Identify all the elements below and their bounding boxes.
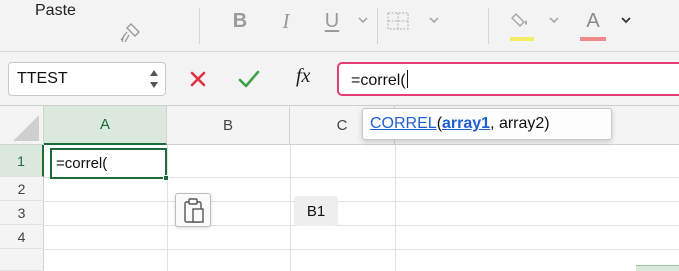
grid-line <box>290 145 291 271</box>
row-header-5[interactable] <box>0 249 44 271</box>
grid-line <box>44 225 679 226</box>
font-color-chevron-down-icon[interactable] <box>620 14 632 26</box>
ribbon-separator <box>488 8 489 44</box>
tooltip-arg1[interactable]: array1 <box>442 115 490 133</box>
name-box-stepper-icon[interactable] <box>149 66 159 92</box>
fill-chevron-down-icon[interactable] <box>548 14 560 26</box>
tooltip-rest-args: , array2) <box>490 115 550 132</box>
cell-reference-tip: B1 <box>294 196 338 226</box>
clipboard-icon <box>184 198 204 223</box>
row-header-2[interactable]: 2 <box>0 177 44 201</box>
underline-button[interactable]: U <box>320 6 344 36</box>
column-header-b[interactable]: B <box>167 106 290 145</box>
tooltip-function-link[interactable]: CORREL <box>370 115 437 133</box>
text-caret <box>406 70 408 88</box>
insert-function-button[interactable]: fx <box>296 65 310 88</box>
enter-check-icon[interactable] <box>236 67 262 91</box>
paste-options-button[interactable] <box>175 193 211 227</box>
scroll-selection-indicator <box>636 265 679 271</box>
paste-label[interactable]: Paste <box>35 2 76 20</box>
formula-text: =correl( <box>351 70 408 89</box>
row-header-4[interactable]: 4 <box>0 225 44 249</box>
select-all-corner[interactable] <box>0 106 44 145</box>
ribbon-toolbar: Paste B I U A <box>0 0 679 52</box>
ribbon-separator <box>377 8 378 44</box>
fill-color-swatch <box>510 37 534 41</box>
cancel-icon[interactable] <box>186 67 210 91</box>
active-cell-a1[interactable]: =correl( <box>50 148 169 181</box>
name-box-value: TTEST <box>17 70 68 87</box>
grid-line <box>44 249 679 250</box>
fill-color-icon[interactable] <box>508 6 536 36</box>
grid-line <box>395 145 396 271</box>
borders-icon[interactable] <box>384 6 412 36</box>
grid-line <box>167 145 168 271</box>
font-color-button[interactable]: A <box>580 6 606 36</box>
format-painter-icon[interactable] <box>118 22 142 44</box>
name-box[interactable]: TTEST <box>8 62 166 96</box>
italic-button[interactable]: I <box>274 6 298 36</box>
formula-bar: TTEST fx =correl( <box>0 52 679 106</box>
cell-a1-value: =correl( <box>56 155 108 172</box>
font-color-swatch <box>580 37 606 41</box>
row-header-1[interactable]: 1 <box>0 145 44 177</box>
borders-chevron-down-icon[interactable] <box>428 14 440 26</box>
grid-line <box>44 201 679 202</box>
function-signature-tooltip: CORREL(array1, array2) <box>362 108 612 140</box>
ribbon-separator <box>199 8 200 44</box>
bold-button[interactable]: B <box>228 6 252 36</box>
underline-chevron-down-icon[interactable] <box>357 14 369 26</box>
column-header-a[interactable]: A <box>44 106 167 145</box>
formula-input[interactable]: =correl( <box>337 62 679 96</box>
row-header-3[interactable]: 3 <box>0 201 44 225</box>
fill-handle[interactable] <box>163 175 169 181</box>
